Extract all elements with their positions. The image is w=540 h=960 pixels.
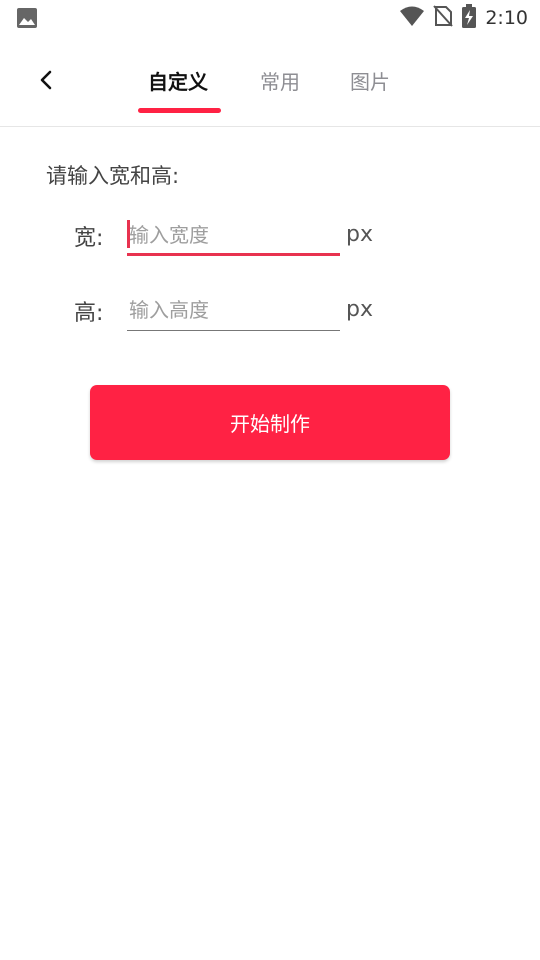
image-icon — [16, 7, 38, 29]
height-input[interactable] — [127, 291, 340, 329]
status-time: 2:10 — [485, 7, 528, 29]
chevron-left-icon — [38, 69, 54, 95]
status-icons: 2:10 — [399, 4, 528, 32]
height-label: 高: — [74, 301, 104, 326]
tab-image[interactable]: 图片 — [350, 64, 390, 100]
tab-custom[interactable]: 自定义 — [148, 64, 208, 100]
width-input[interactable] — [127, 216, 340, 254]
header-divider — [0, 126, 540, 127]
app-bar: 自定义 常用 图片 — [0, 46, 540, 126]
active-tab-indicator — [138, 108, 221, 113]
height-field-container — [127, 291, 340, 331]
height-row: 高: px — [74, 291, 494, 331]
height-input-underline — [127, 330, 340, 331]
wifi-icon — [399, 5, 425, 31]
width-input-underline — [127, 253, 340, 256]
back-button[interactable] — [28, 64, 64, 100]
start-making-button[interactable]: 开始制作 — [90, 385, 450, 460]
height-unit: px — [346, 297, 373, 322]
status-bar: 2:10 — [0, 0, 540, 36]
width-row: 宽: px — [74, 216, 494, 256]
size-prompt: 请输入宽和高: — [46, 164, 180, 188]
width-field-container — [127, 216, 340, 256]
width-label: 宽: — [74, 226, 104, 251]
no-sim-icon — [433, 5, 454, 31]
width-unit: px — [346, 222, 373, 247]
text-caret — [127, 220, 130, 248]
tab-common[interactable]: 常用 — [260, 64, 300, 100]
battery-charging-icon — [461, 4, 477, 32]
